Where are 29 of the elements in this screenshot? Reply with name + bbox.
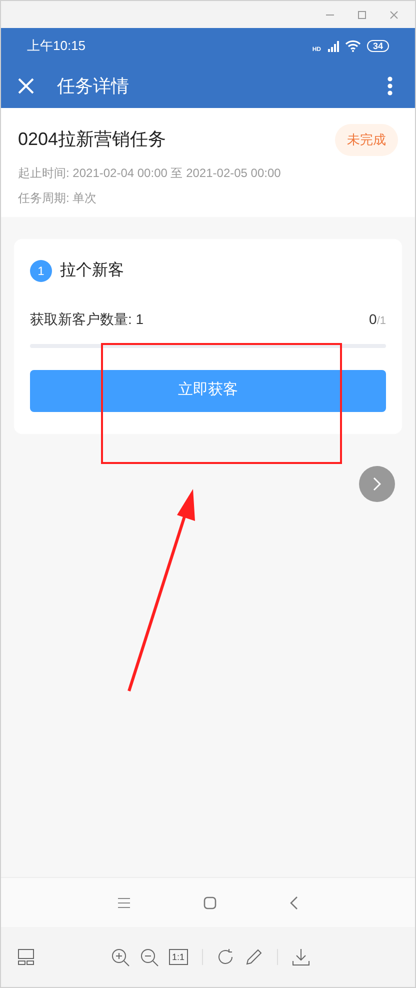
- back-icon[interactable]: [289, 896, 299, 910]
- rotate-icon[interactable]: [216, 948, 235, 966]
- task-name: 0204拉新营销任务: [18, 128, 166, 152]
- next-button[interactable]: [359, 466, 395, 502]
- task-cycle: 任务周期: 单次: [18, 190, 98, 206]
- more-icon[interactable]: [387, 76, 393, 96]
- zoom-out-icon[interactable]: [140, 948, 159, 966]
- progress-total: /1: [376, 314, 386, 328]
- close-icon[interactable]: [389, 10, 399, 20]
- wifi-icon: [344, 40, 361, 52]
- status-badge: 未完成: [335, 124, 398, 156]
- progress-count: 0: [369, 310, 377, 328]
- signal-icon: [326, 40, 339, 52]
- home-icon[interactable]: [203, 896, 217, 910]
- task-period: 起止时间: 2021-02-04 00:00 至 2021-02-05 00:00: [18, 164, 282, 182]
- zoom-in-icon[interactable]: [111, 948, 130, 966]
- layout-icon[interactable]: [18, 949, 35, 965]
- menu-icon[interactable]: [117, 896, 131, 908]
- page-title: 任务详情: [57, 74, 129, 98]
- chevron-right-icon: [373, 476, 381, 490]
- step-title: 拉个新客: [60, 260, 124, 280]
- goal-label: 获取新客户数量: 1: [30, 310, 144, 328]
- pencil-icon[interactable]: [244, 948, 263, 966]
- download-icon[interactable]: [292, 948, 310, 966]
- battery-level: 34: [366, 40, 389, 52]
- status-time: 上午10:15: [27, 37, 86, 56]
- step-number: 1: [30, 260, 52, 282]
- maximize-icon[interactable]: [357, 10, 367, 20]
- actual-size-button[interactable]: 1:1: [169, 949, 188, 965]
